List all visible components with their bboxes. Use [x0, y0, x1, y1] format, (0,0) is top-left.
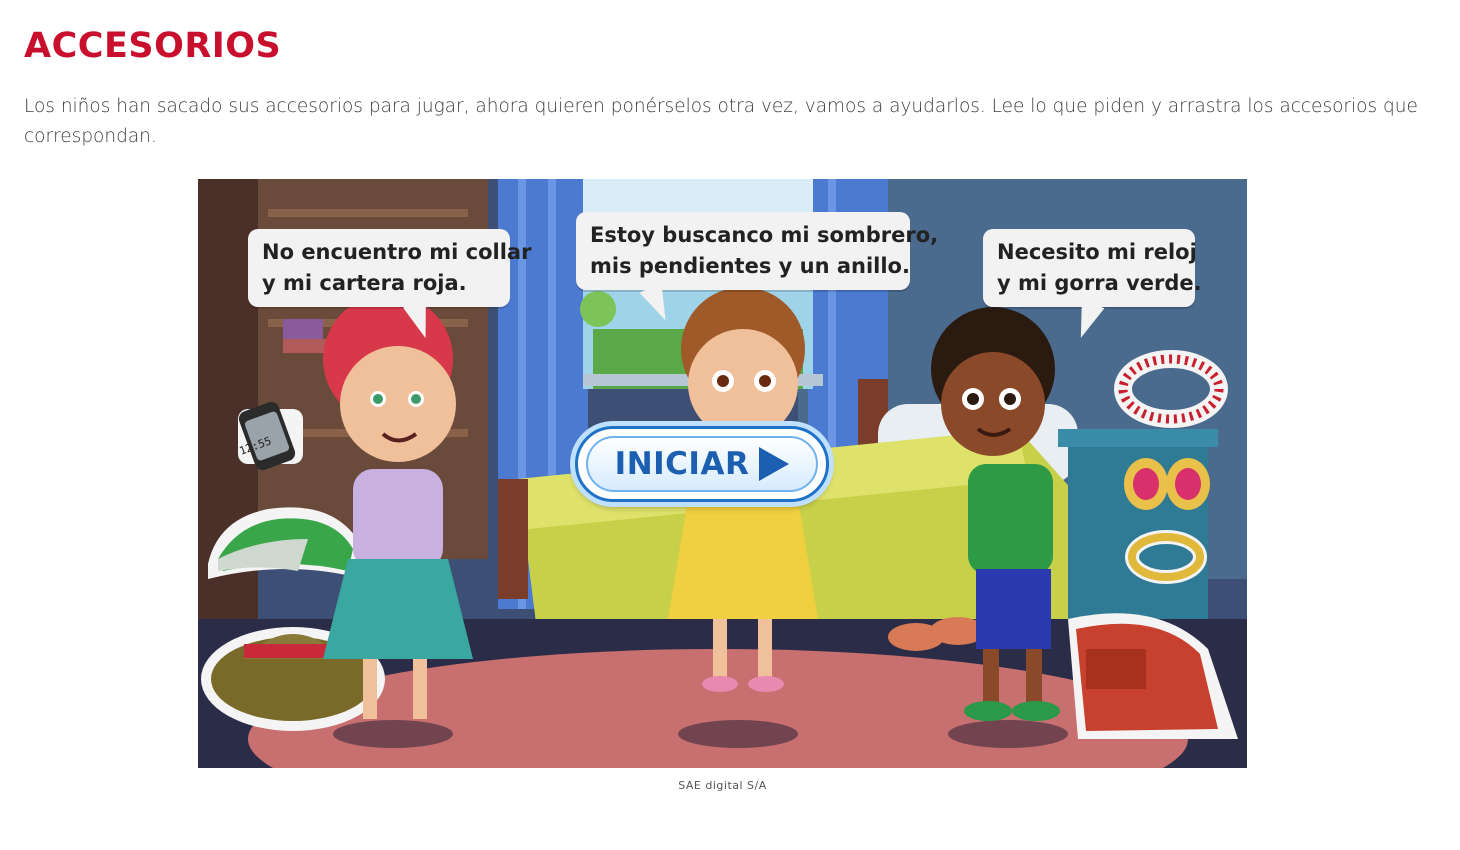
game-stage[interactable]: 12:55 No encuentro mi collar y mi carter…	[198, 179, 1247, 768]
bubble-line: Estoy buscanco mi sombrero,	[590, 223, 939, 247]
bubble-line: y mi gorra verde.	[997, 271, 1202, 295]
start-button-label: INICIAR	[614, 446, 750, 482]
image-credit: SAE digital S/A	[678, 779, 767, 792]
bubble-line: No encuentro mi collar	[262, 240, 532, 264]
instructions-text: Los niños han sacado sus accesorios para…	[24, 96, 1418, 147]
start-button[interactable]: INICIAR	[575, 426, 829, 502]
speech-bubble-left: No encuentro mi collar y mi cartera roja…	[248, 229, 532, 307]
speech-bubble-right: Necesito mi reloj y mi gorra verde.	[983, 229, 1202, 307]
start-button-face[interactable]: INICIAR	[586, 436, 818, 492]
bubble-line: mis pendientes y un anillo.	[590, 254, 910, 278]
speech-bubble-center: Estoy buscanco mi sombrero, mis pendient…	[576, 212, 939, 290]
play-icon	[759, 447, 790, 481]
page-title: ACCESORIOS	[24, 26, 282, 66]
bubble-line: Necesito mi reloj	[997, 240, 1197, 264]
bubble-line: y mi cartera roja.	[262, 271, 467, 295]
